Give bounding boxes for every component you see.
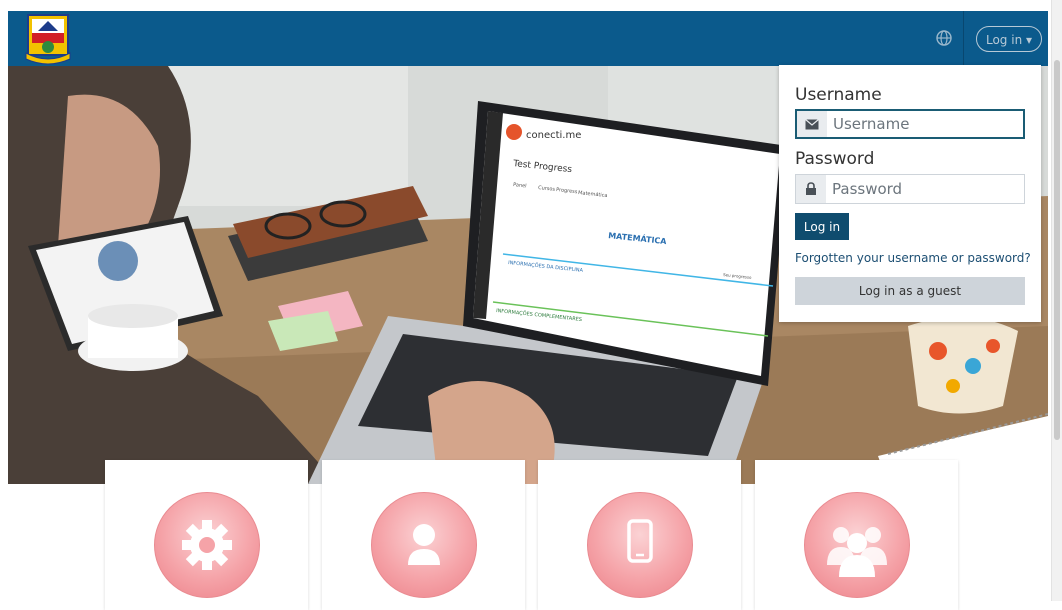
password-field[interactable]	[795, 174, 1025, 204]
forgot-password-link[interactable]: Forgotten your username or password?	[795, 251, 1031, 265]
username-label: Username	[795, 85, 882, 105]
user-icon	[407, 524, 440, 565]
institution-crest-icon[interactable]	[24, 13, 72, 65]
feature-circle	[153, 492, 260, 598]
login-panel: Username Password Log in Forgotten your …	[779, 65, 1041, 322]
password-input[interactable]	[832, 175, 1012, 203]
group-icon	[826, 527, 887, 577]
envelope-icon	[797, 111, 827, 137]
feature-card-user	[322, 460, 525, 610]
mobile-icon	[626, 519, 653, 563]
feature-card-settings	[105, 460, 308, 610]
gear-icon	[181, 520, 232, 570]
login-button[interactable]: Log in	[795, 213, 849, 240]
page-scrollbar[interactable]	[1051, 0, 1062, 601]
laptop-brand: conecti.me	[526, 130, 581, 141]
feature-card-group	[755, 460, 958, 610]
globe-icon[interactable]	[934, 28, 954, 48]
feature-circle	[803, 492, 910, 598]
lock-icon	[796, 175, 826, 203]
password-label: Password	[795, 149, 875, 169]
guest-login-button[interactable]: Log in as a guest	[795, 277, 1025, 305]
feature-circle	[370, 492, 477, 598]
scrollbar-thumb[interactable]	[1054, 60, 1060, 440]
username-input[interactable]	[833, 111, 1013, 137]
feature-circle	[586, 492, 693, 598]
navbar-login-button[interactable]: Log in ▾	[976, 26, 1042, 52]
feature-card-mobile	[538, 460, 741, 610]
username-field[interactable]	[795, 109, 1025, 139]
navbar-divider	[963, 11, 964, 66]
top-navbar: Log in ▾	[8, 11, 1048, 66]
